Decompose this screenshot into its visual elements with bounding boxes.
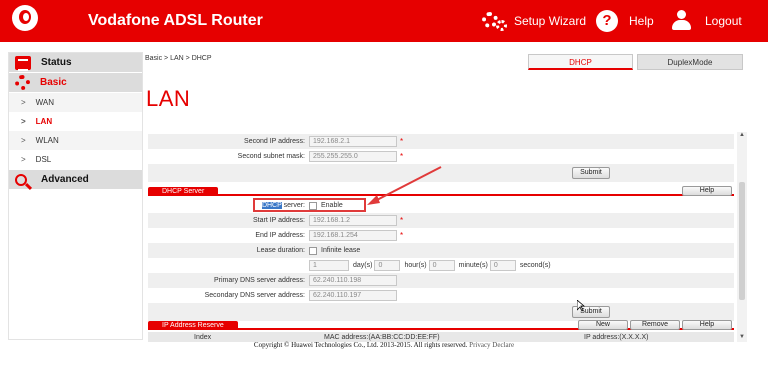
tab-dhcp[interactable]: DHCP	[528, 54, 633, 70]
sidebar-item-advanced[interactable]: Advanced	[9, 170, 142, 189]
copyright-text: Copyright © Huawei Technologies Co., Ltd…	[253, 341, 468, 349]
lease-days-input[interactable]: 1	[309, 260, 349, 271]
form-row: Start IP address: 192.168.1.2 *	[148, 213, 734, 228]
main-content: Basic > LAN > DHCP DHCP DuplexMode LAN S…	[145, 52, 750, 342]
footer: Copyright © Huawei Technologies Co., Ltd…	[0, 341, 768, 349]
sidebar-item-label: Basic	[40, 77, 67, 88]
breadcrumb: Basic > LAN > DHCP	[145, 55, 212, 62]
second-ip-input[interactable]: 192.168.2.1	[309, 136, 397, 147]
setup-wizard-label: Setup Wizard	[514, 14, 587, 28]
infinite-lease-label: Infinite lease	[321, 247, 361, 254]
scrollbar-thumb[interactable]	[739, 182, 745, 300]
sidebar-item-lan[interactable]: > LAN	[9, 112, 142, 131]
top-bar: Vodafone ADSL Router Setup Wizard ? Help…	[0, 0, 768, 42]
required-marker: *	[400, 137, 404, 146]
column-header-ip: IP address:(X.X.X.X)	[584, 333, 649, 341]
sidebar: Status Basic > WAN > LAN > WLAN > DSL Ad…	[8, 52, 143, 340]
chevron-right-icon: >	[21, 117, 26, 126]
tab-duplexmode[interactable]: DuplexMode	[637, 54, 743, 70]
secondary-dns-label: Secondary DNS server address:	[204, 292, 305, 299]
sidebar-item-label: WAN	[35, 98, 55, 107]
sidebar-item-wan[interactable]: > WAN	[9, 93, 142, 112]
dhcp-help-button[interactable]: Help	[682, 186, 732, 196]
lease-seconds-input[interactable]: 0	[489, 260, 516, 271]
logout-button[interactable]: Logout	[670, 10, 742, 32]
form-row: Primary DNS server address: 62.240.110.1…	[148, 273, 734, 288]
app-title: Vodafone ADSL Router	[88, 12, 263, 29]
sidebar-item-label: WLAN	[35, 136, 59, 145]
sidebar-item-label: LAN	[35, 117, 53, 126]
content-scrollbar[interactable]: ▲ ▼	[737, 132, 747, 342]
lease-hours-input[interactable]: 0	[374, 260, 401, 271]
sidebar-item-label: Status	[41, 57, 72, 68]
lan-submit-button[interactable]: Submit	[572, 167, 610, 179]
page-title: LAN	[146, 86, 191, 111]
required-marker: *	[400, 231, 404, 240]
primary-dns-input[interactable]: 62.240.110.198	[309, 275, 397, 286]
column-header-index: Index	[194, 333, 212, 341]
privacy-link[interactable]: Privacy Declare	[469, 341, 514, 349]
scroll-up-icon[interactable]: ▲	[738, 132, 746, 140]
gears-icon	[482, 10, 508, 32]
gear-icon	[15, 75, 30, 90]
form-row: Second subnet mask: 255.255.255.0 *	[148, 149, 734, 164]
start-ip-input[interactable]: 192.168.1.2	[309, 215, 397, 226]
minutes-label: minute(s)	[458, 262, 488, 269]
chevron-right-icon: >	[21, 98, 26, 107]
second-ip-label: Second IP address:	[244, 138, 305, 145]
help-icon: ?	[596, 10, 618, 32]
infinite-lease-checkbox[interactable]	[309, 246, 317, 255]
dhcp-section-title: DHCP Server	[148, 187, 219, 196]
days-label: day(s)	[353, 262, 373, 269]
form-row: Second IP address: 192.168.2.1 *	[148, 134, 734, 149]
reserve-help-button[interactable]: Help	[682, 320, 732, 330]
lease-duration-label: Lease duration:	[256, 247, 305, 254]
second-mask-input[interactable]: 255.255.255.0	[309, 151, 397, 162]
reserve-section-title: IP Address Reserve	[148, 321, 238, 330]
dhcp-form: DHCP server: Enable Start IP address: 19…	[148, 198, 734, 321]
sidebar-item-label: Advanced	[41, 174, 89, 185]
status-icon	[15, 55, 31, 71]
seconds-label: second(s)	[519, 262, 551, 269]
form-row: Lease duration: Infinite lease	[148, 243, 734, 258]
sidebar-item-label: DSL	[35, 155, 52, 164]
sidebar-item-basic[interactable]: Basic	[9, 73, 142, 92]
annotation-arrow-icon	[367, 166, 442, 205]
mouse-cursor-icon	[577, 300, 585, 312]
annotation-highlight-box	[253, 198, 366, 212]
sidebar-item-wlan[interactable]: > WLAN	[9, 131, 142, 150]
reserve-remove-button[interactable]: Remove	[630, 320, 680, 330]
second-mask-label: Second subnet mask:	[237, 153, 305, 160]
end-ip-input[interactable]: 192.168.1.254	[309, 230, 397, 241]
start-ip-label: Start IP address:	[252, 217, 305, 224]
form-row: Secondary DNS server address: 62.240.110…	[148, 288, 734, 303]
search-icon	[15, 173, 27, 186]
primary-dns-label: Primary DNS server address:	[213, 277, 305, 284]
reserve-new-button[interactable]: New	[578, 320, 628, 330]
setup-wizard-button[interactable]: Setup Wizard	[482, 10, 586, 32]
form-row: 1 day(s) 0 hour(s) 0 minute(s) 0 second(…	[148, 258, 734, 273]
form-row: End IP address: 192.168.1.254 *	[148, 228, 734, 243]
column-header-mac: MAC address:(AA:BB:CC:DD:EE:FF)	[324, 333, 440, 341]
help-label: Help	[629, 14, 654, 28]
chevron-right-icon: >	[21, 155, 26, 164]
logout-label: Logout	[705, 14, 742, 28]
required-marker: *	[400, 216, 404, 225]
sidebar-item-status[interactable]: Status	[9, 53, 142, 72]
chevron-right-icon: >	[21, 136, 26, 145]
lease-minutes-input[interactable]: 0	[428, 260, 455, 271]
vodafone-logo-icon	[12, 5, 38, 31]
user-icon	[670, 10, 694, 32]
required-marker: *	[400, 152, 404, 161]
secondary-dns-input[interactable]: 62.240.110.197	[309, 290, 397, 301]
end-ip-label: End IP address:	[255, 232, 305, 239]
hours-label: hour(s)	[404, 262, 427, 269]
help-button[interactable]: ? Help	[596, 10, 654, 32]
reserve-section-header: IP Address Reserve New Remove Help	[148, 320, 734, 330]
sidebar-item-dsl[interactable]: > DSL	[9, 150, 142, 169]
form-actions: Submit	[148, 303, 734, 321]
